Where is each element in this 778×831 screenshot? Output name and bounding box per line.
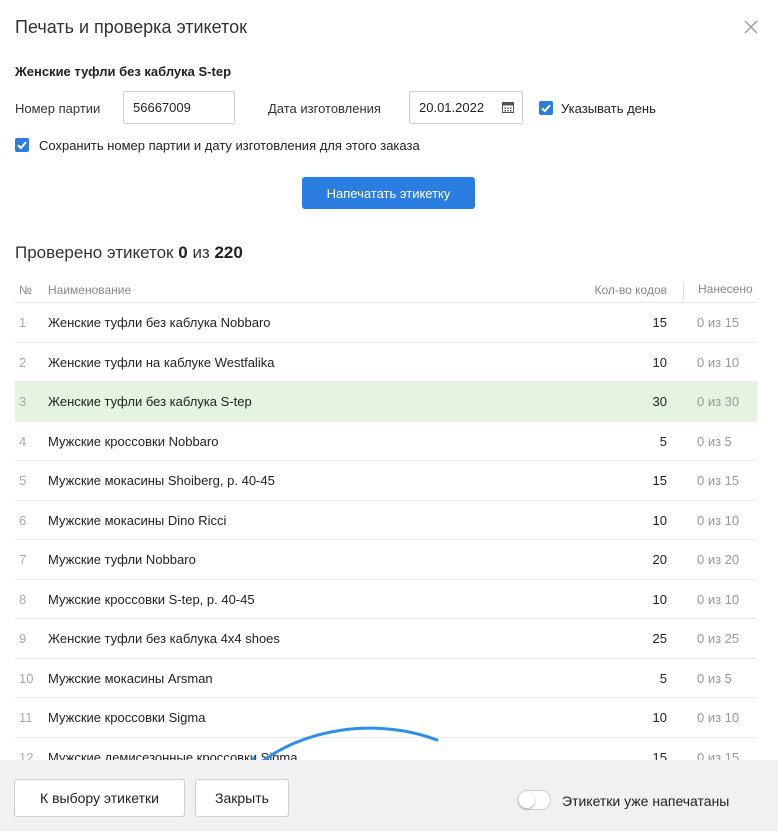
row-code-count: 20 [652, 552, 667, 567]
row-code-count: 10 [652, 710, 667, 725]
row-code-count: 15 [652, 315, 667, 330]
table-row[interactable]: 8 Мужские кроссовки S-tep, р. 40-45 10 0 из… [15, 580, 757, 619]
calendar-icon[interactable] [502, 101, 514, 113]
row-applied: 0 из 10 [697, 512, 740, 528]
save-batch-label: Сохранить номер партии и дату изготовлен… [39, 138, 420, 153]
table-row[interactable]: 9 Женские туфли без каблука 4x4 shoes 25 0 … [15, 619, 757, 659]
row-code-count: 25 [652, 631, 667, 646]
table-row[interactable]: 5 Мужские мокасины Shoiberg, р. 40-45 15 0 … [15, 461, 757, 501]
row-name: Мужские мокасины Dino Ricci [48, 512, 227, 528]
dialog-footer: К выбору этикетки Закрыть Этикетки уже н… [0, 760, 778, 831]
row-code-count: 30 [652, 394, 667, 409]
table-row[interactable]: 4 Мужские кроссовки Nobbaro 5 0 из 5 [15, 422, 757, 461]
row-number: 5 [19, 473, 27, 488]
table-row[interactable]: 7 Мужские туфли Nobbaro 20 0 из 20 [15, 540, 757, 580]
batch-label: Номер партии [15, 101, 101, 116]
row-applied: 0 из 5 [697, 433, 732, 449]
row-number: 10 [19, 670, 34, 686]
header-num: № [19, 283, 32, 297]
row-code-count: 10 [652, 512, 667, 528]
row-code-count: 5 [659, 433, 667, 449]
row-applied: 0 из 25 [697, 631, 740, 646]
row-name: Женские туфли без каблука S-tep [48, 394, 252, 409]
row-number: 8 [19, 591, 27, 607]
row-applied: 0 из 10 [697, 354, 740, 370]
row-name: Мужские мокасины Shoiberg, р. 40-45 [48, 473, 275, 488]
row-applied: 0 из 30 [697, 394, 740, 409]
already-printed-toggle[interactable] [517, 790, 551, 810]
table-header: № Наименование Кол-во кодов Нанесено [15, 277, 757, 303]
table-row[interactable]: 2 Женские туфли на каблуке Westfalika 10 0 … [15, 343, 757, 382]
batch-number-input[interactable] [133, 100, 234, 115]
table-row[interactable]: 11 Мужские кроссовки Sigma 10 0 из 10 [15, 698, 757, 738]
row-name: Мужские кроссовки Nobbaro [48, 433, 219, 449]
print-label-button[interactable]: Напечатать этикетку [302, 177, 475, 209]
row-name: Женские туфли на каблуке Westfalika [48, 354, 275, 370]
row-name: Женские туфли без каблука 4x4 shoes [48, 631, 280, 646]
header-name: Наименование [48, 283, 132, 297]
row-number: 9 [19, 631, 27, 646]
row-applied: 0 из 20 [697, 552, 740, 567]
show-day-label: Указывать день [561, 101, 656, 116]
table-row[interactable]: 6 Мужские мокасины Dino Ricci 10 0 из 10 [15, 501, 757, 540]
table-row[interactable]: 10 Мужские мокасины Arsman 5 0 из 5 [15, 659, 757, 698]
checked-summary: Проверено этикеток 0 из 220 [15, 243, 243, 263]
row-applied: 0 из 10 [697, 710, 740, 725]
checked-of: из [192, 243, 210, 262]
dialog-title: Печать и проверка этикеток [15, 17, 247, 37]
row-code-count: 10 [652, 591, 667, 607]
row-code-count: 10 [652, 354, 667, 370]
close-button[interactable]: Закрыть [195, 779, 289, 817]
show-day-checkbox[interactable] [539, 101, 553, 115]
row-number: 7 [19, 552, 27, 567]
labels-table: № Наименование Кол-во кодов Нанесено 1 Же… [15, 277, 757, 777]
row-name: Мужские мокасины Arsman [48, 670, 213, 686]
row-number: 11 [19, 710, 33, 725]
manufacture-date-field[interactable] [409, 91, 523, 124]
row-applied: 0 из 15 [697, 473, 740, 488]
row-name: Мужские кроссовки Sigma [48, 710, 206, 725]
row-name: Женские туфли без каблука Nobbaro [48, 315, 271, 330]
date-label: Дата изготовления [268, 101, 381, 116]
row-code-count: 15 [652, 473, 667, 488]
header-applied: Нанесено [683, 281, 753, 301]
save-batch-checkbox[interactable] [15, 138, 29, 152]
checked-summary-prefix: Проверено этикеток [15, 243, 174, 262]
row-number: 4 [19, 433, 27, 449]
checked-total: 220 [214, 243, 243, 262]
toggle-knob [519, 792, 535, 808]
row-number: 6 [19, 512, 27, 528]
already-printed-label: Этикетки уже напечатаны [562, 793, 730, 809]
row-applied: 0 из 10 [697, 591, 740, 607]
back-to-label-choice-button[interactable]: К выбору этикетки [14, 779, 185, 817]
row-applied: 0 из 5 [697, 670, 732, 686]
row-applied: 0 из 15 [697, 315, 740, 330]
row-number: 1 [19, 315, 27, 330]
row-name: Мужские туфли Nobbaro [48, 552, 196, 567]
batch-number-field[interactable] [123, 91, 235, 124]
row-number: 2 [19, 354, 27, 370]
row-name: Мужские кроссовки S-tep, р. 40-45 [48, 591, 255, 607]
checked-count: 0 [178, 243, 188, 262]
product-name: Женские туфли без каблука S-tep [15, 64, 232, 79]
close-icon[interactable] [742, 18, 760, 36]
checkmark-icon [541, 104, 551, 113]
row-code-count: 5 [659, 670, 667, 686]
table-row[interactable]: 1 Женские туфли без каблука Nobbaro 15 0 из… [15, 303, 757, 343]
table-row[interactable]: 3 Женские туфли без каблука S-tep 30 0 из 3… [15, 382, 757, 422]
manufacture-date-input[interactable] [419, 100, 499, 115]
checkmark-icon [17, 141, 27, 150]
table-body: 1 Женские туфли без каблука Nobbaro 15 0 из… [15, 303, 757, 777]
row-number: 3 [19, 394, 27, 409]
header-count: Кол-во кодов [594, 283, 668, 297]
